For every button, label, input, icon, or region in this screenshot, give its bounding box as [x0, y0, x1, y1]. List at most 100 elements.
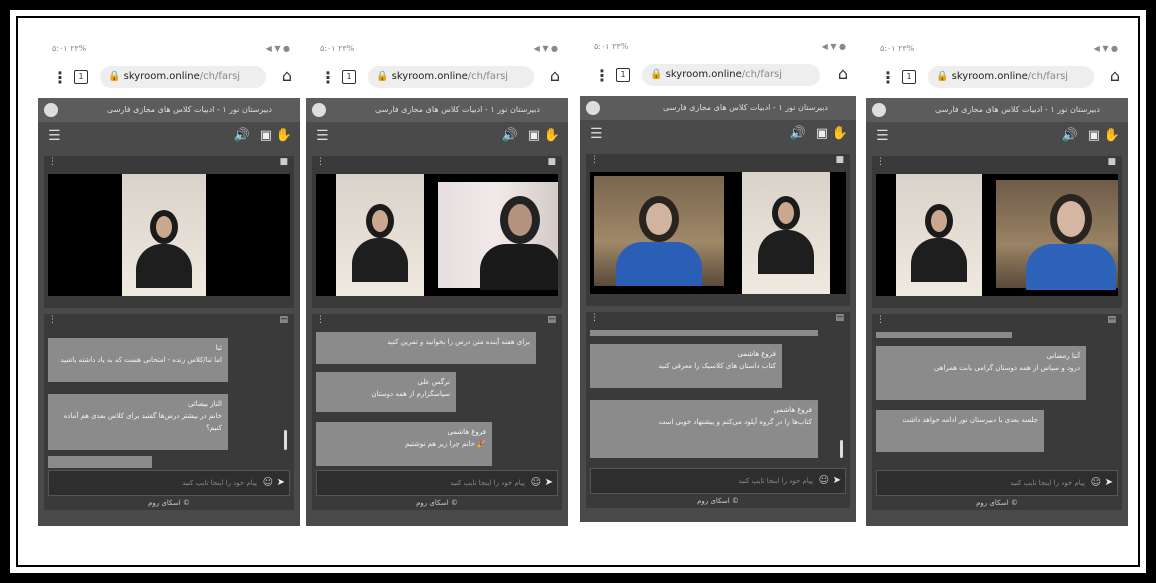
- hamburger-menu-icon[interactable]: ☰: [48, 128, 61, 144]
- tab-count-button[interactable]: 1: [616, 68, 630, 82]
- send-icon[interactable]: ➤: [833, 469, 841, 493]
- home-icon[interactable]: ⌂: [282, 66, 292, 85]
- more-icon[interactable]: ⋮: [594, 66, 610, 85]
- status-bar: ۵:۰۱ ۲۳% ◀ ▼ ●: [866, 38, 1128, 58]
- skyroom-app: دبیرستان نور ۱ - ادبیات کلاس های مجازی ف…: [866, 98, 1128, 526]
- status-left: ۵:۰۱ ۲۳%: [52, 44, 87, 53]
- video-area: [590, 172, 846, 294]
- raise-hand-icon[interactable]: ✋: [544, 128, 560, 143]
- speaker-icon[interactable]: 🔊: [234, 128, 250, 143]
- phone-screen-2: ۵:۰۱ ۲۳% ◀ ▼ ● ⋮ 1 🔒 skyroom.online/ch/f…: [306, 38, 568, 526]
- scrollbar[interactable]: [284, 430, 287, 450]
- emoji-icon[interactable]: ☺: [819, 469, 829, 493]
- room-title: دبیرستان نور ۱ - ادبیات کلاس های مجازی ف…: [375, 105, 540, 114]
- footer-text: اسکای روم ©: [148, 499, 190, 507]
- panel-menu-icon[interactable]: ⋮: [48, 157, 57, 167]
- message-input[interactable]: پیام خود را اینجا تایپ کنید ☺ ➤: [316, 470, 558, 496]
- more-icon[interactable]: ⋮: [880, 68, 896, 87]
- home-icon[interactable]: ⌂: [550, 66, 560, 85]
- chat-messages: آتنا رمضانی درود و سپاس از همه دوستان گرا…: [876, 332, 1118, 468]
- emoji-icon[interactable]: ☺: [1091, 471, 1101, 495]
- footer-text: اسکای روم ©: [697, 497, 739, 505]
- chat-icon[interactable]: ▤: [279, 315, 288, 325]
- emoji-icon[interactable]: ☺: [263, 471, 273, 495]
- send-icon[interactable]: ➤: [1105, 471, 1113, 495]
- screen-share-icon[interactable]: ▣: [260, 128, 272, 143]
- tab-count-button[interactable]: 1: [342, 70, 356, 84]
- student-video: [438, 182, 558, 290]
- camera-icon[interactable]: ■: [835, 155, 844, 165]
- raise-hand-icon[interactable]: ✋: [276, 128, 292, 143]
- chat-panel: ⋮ ▤ برای هفته آینده متن درس را بخوانید و …: [312, 314, 562, 510]
- message-input[interactable]: پیام خود را اینجا تایپ کنید ☺ ➤: [48, 470, 290, 496]
- browser-bar: ⋮ 1 🔒 skyroom.online/ch/farsj ⌂: [866, 60, 1128, 96]
- panel-menu-icon[interactable]: ⋮: [590, 155, 599, 165]
- chat-icon[interactable]: ▤: [547, 315, 556, 325]
- chat-icon[interactable]: ▤: [1107, 315, 1116, 325]
- url-path: /ch/farsj: [199, 71, 241, 82]
- emoji-icon[interactable]: ☺: [531, 471, 541, 495]
- panel-menu-icon[interactable]: ⋮: [876, 315, 885, 325]
- video-area: [48, 174, 290, 296]
- teacher-video: [742, 172, 830, 294]
- camera-icon[interactable]: ■: [279, 157, 288, 167]
- hamburger-menu-icon[interactable]: ☰: [876, 128, 889, 144]
- status-left: ۵:۰۱ ۲۳%: [594, 42, 629, 51]
- home-icon[interactable]: ⌂: [838, 64, 848, 83]
- url-bar[interactable]: 🔒 skyroom.online/ch/farsj: [100, 66, 266, 88]
- url-bar[interactable]: 🔒 skyroom.online/ch/farsj: [642, 64, 820, 86]
- raise-hand-icon[interactable]: ✋: [832, 126, 848, 141]
- footer-text: اسکای روم ©: [416, 499, 458, 507]
- video-panel: ⋮ ■: [44, 156, 294, 308]
- screen-share-icon[interactable]: ▣: [528, 128, 540, 143]
- camera-icon[interactable]: ■: [547, 157, 556, 167]
- chat-message: فروغ هاشمی کتاب‌ها را در گروه آپلود می‌کن…: [590, 400, 818, 458]
- teacher-video: [336, 174, 424, 296]
- more-icon[interactable]: ⋮: [52, 68, 68, 87]
- chat-message: [876, 332, 1012, 338]
- video-panel: ⋮ ■: [586, 154, 850, 306]
- chat-icon[interactable]: ▤: [835, 313, 844, 323]
- chat-messages: فروغ هاشمی کتاب داستان های کلاسیک را معرف…: [590, 330, 846, 466]
- chat-panel: ⋮ ▤ فروغ هاشمی کتاب داستان های کلاسیک را م…: [586, 312, 850, 508]
- panel-menu-icon[interactable]: ⋮: [876, 157, 885, 167]
- url-bar[interactable]: 🔒 skyroom.online/ch/farsj: [928, 66, 1094, 88]
- raise-hand-icon[interactable]: ✋: [1104, 128, 1120, 143]
- camera-icon[interactable]: ■: [1107, 157, 1116, 167]
- url-path: /ch/farsj: [741, 69, 783, 80]
- chat-message: [48, 456, 152, 468]
- more-icon[interactable]: ⋮: [320, 68, 336, 87]
- video-panel: ⋮ ■: [872, 156, 1122, 308]
- screen-share-icon[interactable]: ▣: [816, 126, 828, 141]
- panel-menu-icon[interactable]: ⋮: [590, 313, 599, 323]
- speaker-icon[interactable]: 🔊: [502, 128, 518, 143]
- phone-screen-4: ۵:۰۱ ۲۳% ◀ ▼ ● ⋮ 1 🔒 skyroom.online/ch/f…: [866, 38, 1128, 526]
- chat-message: ثنا اما ثنا/کلاس زنده - امتحانی هست که به…: [48, 338, 228, 382]
- send-icon[interactable]: ➤: [277, 471, 285, 495]
- url-bar[interactable]: 🔒 skyroom.online/ch/farsj: [368, 66, 534, 88]
- tab-count-button[interactable]: 1: [902, 70, 916, 84]
- avatar-icon: [312, 103, 326, 117]
- chat-messages: ثنا اما ثنا/کلاس زنده - امتحانی هست که به…: [48, 332, 290, 468]
- chat-panel: ⋮ ▤ ثنا اما ثنا/کلاس زنده - امتحانی هست که…: [44, 314, 294, 510]
- message-input[interactable]: پیام خود را اینجا تایپ کنید ☺ ➤: [876, 470, 1118, 496]
- message-input[interactable]: پیام خود را اینجا تایپ کنید ☺ ➤: [590, 468, 846, 494]
- footer-text: اسکای روم ©: [976, 499, 1018, 507]
- skyroom-app: دبیرستان نور ۱ - ادبیات کلاس های مجازی ف…: [580, 96, 856, 522]
- send-icon[interactable]: ➤: [545, 471, 553, 495]
- home-icon[interactable]: ⌂: [1110, 66, 1120, 85]
- scrollbar[interactable]: [840, 440, 843, 458]
- speaker-icon[interactable]: 🔊: [1062, 128, 1078, 143]
- panel-menu-icon[interactable]: ⋮: [48, 315, 57, 325]
- speaker-icon[interactable]: 🔊: [790, 126, 806, 141]
- chat-message: الناز بیضائی خانم در بیشتر درس‌ها گفتید ب…: [48, 394, 228, 450]
- panel-menu-icon[interactable]: ⋮: [316, 157, 325, 167]
- chat-message: فروغ هاشمی خانم چرا زیر هم نوشتیم 🎉: [316, 422, 492, 466]
- screen-share-icon[interactable]: ▣: [1088, 128, 1100, 143]
- panel-menu-icon[interactable]: ⋮: [316, 315, 325, 325]
- status-right: ◀ ▼ ●: [1093, 44, 1118, 53]
- chat-message: جلسه بعدی با دبیرستان نور ادامه خواهد دا…: [876, 410, 1044, 452]
- hamburger-menu-icon[interactable]: ☰: [590, 126, 603, 142]
- tab-count-button[interactable]: 1: [74, 70, 88, 84]
- hamburger-menu-icon[interactable]: ☰: [316, 128, 329, 144]
